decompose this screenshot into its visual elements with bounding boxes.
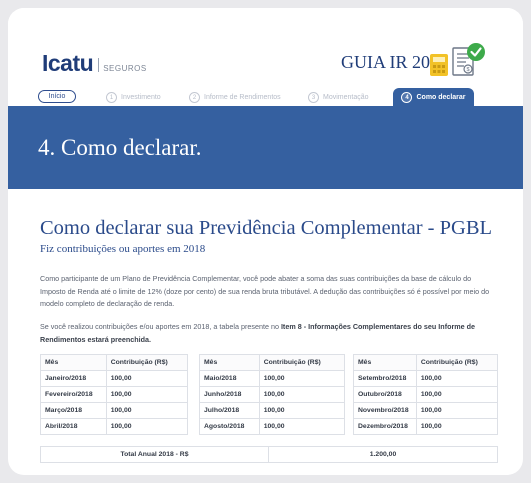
month-cell: Novembro/2018 [353,402,417,419]
page-card: Icatu SEGUROS GUIA IR 2019 $ Início 1 In… [8,8,523,475]
total-value: 1.200,00 [369,451,397,458]
table-row: Junho/2018 100,00 [199,386,346,403]
value-cell: 100,00 [258,370,346,387]
table-row: Janeiro/2018 100,00 [40,370,189,387]
value-cell: 100,00 [258,402,346,419]
month-cell: Janeiro/2018 [40,370,107,387]
tab-inicio[interactable]: Início [38,90,76,103]
logo-wordmark: Icatu [42,50,94,76]
value-cell: 100,00 [105,402,189,419]
table-row: Julho/2018 100,00 [199,402,346,419]
col-header-contribuicao: Contribuição (R$) [415,354,499,371]
table-row: Abril/2018 100,00 [40,418,189,435]
col-header-contribuicao: Contribuição (R$) [105,354,189,371]
table-row: Agosto/2018 100,00 [199,418,346,435]
value-cell: 100,00 [415,402,499,419]
table-row: Dezembro/2018 100,00 [353,418,499,435]
month-cell: Abril/2018 [40,418,107,435]
step-tabs: Início 1 Investimento 2 Informe de Rendi… [8,88,523,107]
tab-label: Como declarar [416,94,466,101]
logo-divider [98,58,100,72]
value-cell: 100,00 [258,418,346,435]
tab-label: Movimentação [323,94,369,101]
value-cell: 100,00 [105,386,189,403]
table-row: Outubro/2018 100,00 [353,386,499,403]
total-label: Total Anual 2018 - R$ [41,447,269,462]
month-table-1: Mês Contribuição (R$) Janeiro/2018 100,00… [40,354,189,435]
section-title: 4. Como declarar. [38,135,202,160]
month-table-2: Mês Contribuição (R$) Maio/2018 100,00 Ju… [199,354,346,435]
info-text: Se você realizou contribuições e/ou apor… [40,322,281,331]
checkmark-icon [467,43,485,61]
month-cell: Dezembro/2018 [353,418,417,435]
col-header-mes: Mês [199,354,260,371]
section-banner: 4. Como declarar. [8,106,523,189]
tab-informe-rendimentos[interactable]: 2 Informe de Rendimentos [189,88,281,107]
value-cell: 100,00 [258,386,346,403]
calculator-icon [430,54,448,76]
header: Icatu SEGUROS GUIA IR 2019 $ Início 1 In… [8,8,523,120]
table-header-row: Mês Contribuição (R$) [40,354,189,371]
main-content: Como declarar sua Previdência Complement… [40,217,499,463]
tab-label: Informe de Rendimentos [204,94,281,101]
month-cell: Junho/2018 [199,386,260,403]
step-number: 3 [308,92,319,103]
month-cell: Agosto/2018 [199,418,260,435]
intro-paragraph: Como participante de um Plano de Previdê… [40,274,490,308]
step-number: 2 [189,92,200,103]
table-row: Fevereiro/2018 100,00 [40,386,189,403]
tab-movimentacao[interactable]: 3 Movimentação [308,88,369,107]
icatu-logo[interactable]: Icatu SEGUROS [42,50,147,77]
tab-label: Investimento [121,94,161,101]
value-cell: 100,00 [415,418,499,435]
value-cell: 100,00 [105,370,189,387]
tab-como-declarar[interactable]: 4 Como declarar [393,88,474,107]
info-paragraph: Se você realizou contribuições e/ou apor… [40,321,494,346]
table-row: Maio/2018 100,00 [199,370,346,387]
tab-inicio-label: Início [48,93,66,100]
col-header-mes: Mês [40,354,107,371]
month-cell: Março/2018 [40,402,107,419]
month-cell: Fevereiro/2018 [40,386,107,403]
table-header-row: Mês Contribuição (R$) [353,354,499,371]
tax-documents-icon: $ [428,42,492,78]
table-header-row: Mês Contribuição (R$) [199,354,346,371]
table-row: Novembro/2018 100,00 [353,402,499,419]
value-cell: 100,00 [105,418,189,435]
tab-investimento[interactable]: 1 Investimento [106,88,161,107]
value-cell: 100,00 [415,386,499,403]
month-cell: Setembro/2018 [353,370,417,387]
total-row: Total Anual 2018 - R$ 1.200,00 [40,446,498,463]
step-number: 1 [106,92,117,103]
page-subtitle: Fiz contribuições ou aportes em 2018 [40,243,206,255]
step-number: 4 [401,92,413,103]
page-heading: Como declarar sua Previdência Complement… [40,217,493,239]
value-cell: 100,00 [415,370,499,387]
table-row: Setembro/2018 100,00 [353,370,499,387]
table-row: Março/2018 100,00 [40,402,189,419]
logo-subtitle: SEGUROS [103,64,147,73]
col-header-mes: Mês [353,354,417,371]
month-cell: Outubro/2018 [353,386,417,403]
month-cell: Julho/2018 [199,402,260,419]
svg-text:$: $ [466,67,469,73]
month-cell: Maio/2018 [199,370,260,387]
col-header-contribuicao: Contribuição (R$) [258,354,346,371]
month-table-3: Mês Contribuição (R$) Setembro/2018 100,0… [353,354,499,435]
